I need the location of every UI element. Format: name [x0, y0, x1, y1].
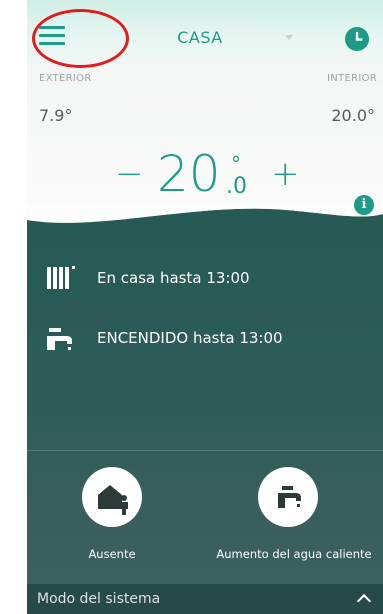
setpoint-temperature: 20 — [157, 145, 221, 203]
heating-status-row[interactable]: En casa hasta 13:00 — [45, 264, 250, 292]
water-tap-icon — [45, 324, 79, 352]
house-person-icon — [98, 485, 128, 515]
chevron-up-icon[interactable] — [356, 593, 372, 609]
exterior-label: EXTERIOR — [39, 73, 92, 84]
app-screen: CASA EXTERIOR INTERIOR 7.9° 20.0° − 20 °… — [27, 0, 383, 614]
system-mode-label: Modo del sistema — [37, 591, 161, 607]
chevron-down-icon[interactable] — [285, 35, 293, 40]
radiator-icon — [45, 264, 79, 292]
zone-title: CASA — [177, 28, 223, 47]
highlight-annotation-circle — [32, 9, 129, 68]
hot-water-status-row[interactable]: ENCENDIDO hasta 13:00 — [45, 324, 283, 352]
hot-water-boost-button[interactable] — [258, 467, 318, 527]
away-mode-button[interactable] — [82, 467, 142, 527]
clock-icon[interactable] — [345, 27, 369, 51]
system-mode-bar[interactable]: Modo del sistema — [27, 584, 383, 614]
away-mode-label: Ausente — [88, 547, 136, 561]
info-icon[interactable]: i — [354, 195, 374, 215]
heating-status-text: En casa hasta 13:00 — [97, 269, 250, 287]
panel-wave-divider — [27, 204, 383, 244]
setpoint-degree-symbol: ° — [231, 152, 241, 176]
interior-temperature: 20.0° — [331, 106, 375, 125]
divider — [27, 450, 383, 451]
exterior-temperature: 7.9° — [39, 106, 73, 125]
hot-water-boost-label: Aumento del agua caliente — [216, 547, 372, 561]
hot-water-status-text: ENCENDIDO hasta 13:00 — [97, 329, 283, 347]
setpoint-decimal: .0 — [226, 174, 247, 199]
decrease-temperature-button[interactable]: − — [115, 156, 144, 192]
tap-boost-icon — [278, 486, 301, 508]
interior-label: INTERIOR — [327, 73, 377, 84]
increase-temperature-button[interactable]: + — [271, 156, 300, 192]
